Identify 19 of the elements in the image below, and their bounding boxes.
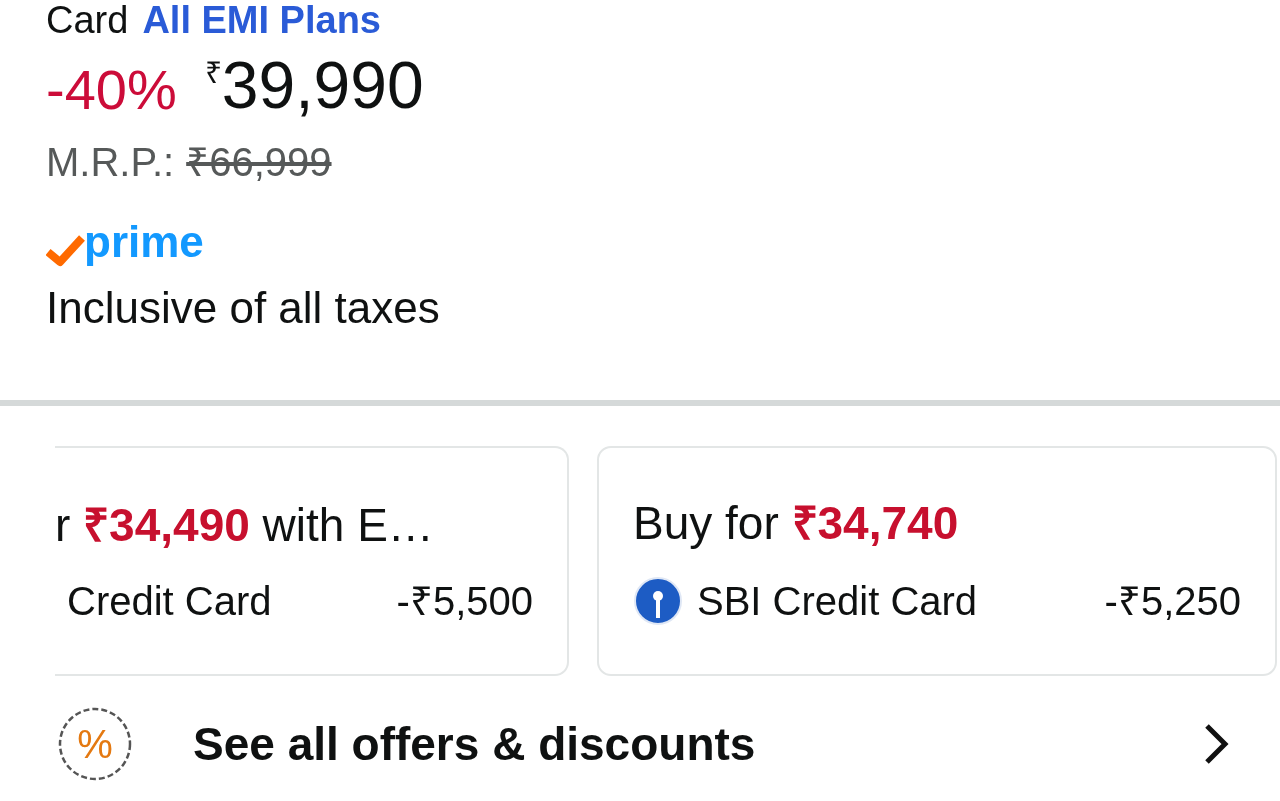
- discount-amount: -₹5,250: [1104, 578, 1241, 624]
- tax-note: Inclusive of all taxes: [46, 282, 441, 334]
- offer-title: Buy for ₹34,740: [633, 496, 960, 550]
- emi-plans-link[interactable]: All EMI Plans: [142, 0, 381, 40]
- bank-name: SBI Credit Card: [697, 578, 978, 624]
- mrp-price: ₹66,999: [186, 140, 332, 184]
- emi-label: Card: [46, 0, 129, 40]
- mrp-label: M.R.P.:: [46, 140, 175, 184]
- offer-title: r ₹34,490 with E…: [55, 498, 435, 552]
- see-all-offers-link[interactable]: See all offers & discounts: [193, 717, 756, 771]
- prime-logo: prime: [46, 218, 1234, 268]
- price-amount: 39,990: [221, 52, 424, 118]
- chevron-right-icon: [1202, 722, 1230, 766]
- discount-percent: -40%: [46, 58, 177, 122]
- offer-card[interactable]: r ₹34,490 with E… Credit Card -₹5,500: [55, 446, 569, 676]
- offer-card[interactable]: Buy for ₹34,740 SBI Credit Card -₹5,250: [597, 446, 1277, 676]
- bank-name: Credit Card: [67, 578, 272, 624]
- discount-amount: -₹5,500: [396, 578, 533, 624]
- currency-symbol: ₹: [204, 58, 222, 88]
